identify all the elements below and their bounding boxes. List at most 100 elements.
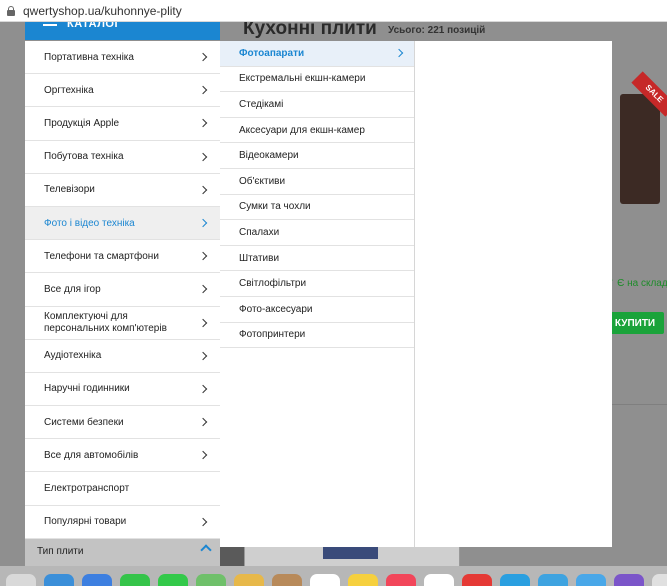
submenu-item-label: Фото-аксесуари: [239, 303, 313, 315]
catalog-item[interactable]: Портативна техніка: [25, 41, 220, 75]
calendar-month-label: ЛИСТ.: [312, 576, 333, 583]
catalog-menu: Портативна техніка Оргтехніка Продукція Ap…: [25, 41, 220, 539]
submenu-item-label: Сумки та чохли: [239, 201, 311, 213]
catalog-item-label: Продукція Apple: [44, 117, 120, 129]
chevron-right-icon: [198, 185, 208, 195]
submenu-item[interactable]: Відеокамери: [220, 143, 414, 169]
catalog-item[interactable]: Електротранспорт: [25, 472, 220, 506]
facetime-icon[interactable]: [120, 574, 150, 586]
dock: ЛИСТ.: [0, 566, 667, 586]
contacts-icon[interactable]: [272, 574, 302, 586]
submenu-item[interactable]: Спалахи: [220, 220, 414, 246]
telegram-icon[interactable]: [538, 574, 568, 586]
catalog-item[interactable]: Популярні товари: [25, 506, 220, 539]
product-image[interactable]: [620, 94, 660, 204]
buy-button[interactable]: КУПИТИ: [606, 312, 664, 334]
catalog-item-label: Все для ігор: [44, 283, 101, 295]
submenu-item-label: Відеокамери: [239, 150, 299, 162]
submenu-item-label: Спалахи: [239, 226, 280, 238]
submenu-item[interactable]: Світлофільтри: [220, 271, 414, 297]
product-count: Усього: 221 позицій: [388, 25, 486, 36]
submenu-item-label: Фотоапарати: [239, 47, 305, 59]
messages-icon[interactable]: [158, 574, 188, 586]
chevron-right-icon: [198, 318, 208, 327]
catalog-item[interactable]: Все для ігор: [25, 273, 220, 307]
address-bar[interactable]: qwertyshop.ua/kuhonnye-plity: [0, 0, 667, 22]
catalog-item[interactable]: Телефони та смартфони: [25, 240, 220, 274]
brand-logo: [323, 545, 378, 559]
catalog-item-label: Популярні товари: [44, 516, 127, 528]
catalog-item[interactable]: Все для автомобілів: [25, 439, 220, 473]
chevron-right-icon: [198, 517, 208, 526]
chevron-right-icon: [198, 52, 208, 62]
submenu-item[interactable]: Фотоапарати: [220, 41, 414, 67]
maps-icon[interactable]: [196, 574, 226, 586]
catalog-item[interactable]: Комплектуючі для персональних комп'ютері…: [25, 307, 220, 340]
submenu-item[interactable]: Фотопринтери: [220, 323, 414, 349]
catalog-item-label: Телевізори: [44, 184, 95, 196]
podcasts-icon[interactable]: [424, 574, 454, 586]
trash-icon[interactable]: [652, 574, 667, 586]
chevron-right-icon: [198, 86, 208, 95]
catalog-item[interactable]: Фото і відео техніка: [25, 206, 220, 241]
launchpad-icon[interactable]: [6, 574, 36, 586]
safari-icon[interactable]: [44, 574, 74, 586]
catalog-header[interactable]: КАТАЛОГ: [25, 22, 220, 40]
page-background: КАТАЛОГ Кухонні плити Усього: 221 позиці…: [0, 22, 667, 566]
catalog-item[interactable]: Наручні годинники: [25, 373, 220, 407]
submenu-item[interactable]: Аксесуари для екшн-камер: [220, 118, 414, 144]
submenu-item-label: Світлофільтри: [239, 278, 307, 290]
chevron-right-icon: [198, 285, 208, 294]
catalog-item-label: Оргтехніка: [44, 84, 94, 96]
catalog-header-label: КАТАЛОГ: [67, 22, 122, 30]
submenu-item[interactable]: Об'єктиви: [220, 169, 414, 195]
catalog-item-label: Системи безпеки: [44, 416, 124, 428]
chevron-up-icon: [200, 544, 212, 556]
music-icon[interactable]: [386, 574, 416, 586]
catalog-item-label: Аудіотехніка: [44, 350, 102, 362]
stock-status: ✓ Є на складі: [606, 278, 667, 289]
lock-icon: [7, 5, 15, 16]
catalog-item[interactable]: Системи безпеки: [25, 406, 220, 440]
chevron-right-icon: [394, 49, 404, 58]
chevron-right-icon: [198, 417, 208, 427]
catalog-submenu: Фотоапарати Екстремальні екшн-камери Стеді…: [220, 41, 415, 547]
filter-type-toggle[interactable]: Тип плити: [25, 539, 220, 566]
submenu-extra-panel: [415, 41, 612, 547]
chevron-right-icon: [198, 119, 208, 128]
submenu-item[interactable]: Штативи: [220, 246, 414, 272]
submenu-item-label: Екстремальні екшн-камери: [239, 73, 366, 85]
chrome-icon[interactable]: [462, 574, 492, 586]
submenu-item-label: Стедікамі: [239, 98, 284, 110]
catalog-item-label: Фото і відео техніка: [44, 217, 135, 229]
submenu-item[interactable]: Стедікамі: [220, 92, 414, 118]
chevron-right-icon: [198, 351, 208, 361]
filter-label: Тип плити: [37, 546, 84, 557]
chevron-right-icon: [198, 384, 208, 394]
catalog-item-label: Наручні годинники: [44, 383, 130, 395]
chevron-right-icon: [198, 251, 208, 261]
url-text[interactable]: qwertyshop.ua/kuhonnye-plity: [23, 4, 182, 18]
catalog-item[interactable]: Оргтехніка: [25, 74, 220, 108]
catalog-item[interactable]: Телевізори: [25, 174, 220, 207]
photos-icon[interactable]: [234, 574, 264, 586]
catalog-item-label: Все для автомобілів: [44, 449, 139, 461]
catalog-item[interactable]: Продукція Apple: [25, 107, 220, 141]
notes-icon[interactable]: [348, 574, 378, 586]
catalog-item[interactable]: Побутова техніка: [25, 141, 220, 174]
catalog-item[interactable]: Аудіотехніка: [25, 340, 220, 373]
skype-icon[interactable]: [500, 574, 530, 586]
submenu-item-label: Фотопринтери: [239, 329, 306, 341]
chevron-right-icon: [198, 218, 208, 228]
submenu-item[interactable]: Фото-аксесуари: [220, 297, 414, 323]
viber-icon[interactable]: [614, 574, 644, 586]
chevron-right-icon: [198, 152, 208, 161]
submenu-item[interactable]: Екстремальні екшн-камери: [220, 67, 414, 93]
mail-icon[interactable]: [82, 574, 112, 586]
finder-icon[interactable]: [576, 574, 606, 586]
submenu-item-label: Штативи: [239, 252, 280, 264]
catalog-item-label: Комплектуючі для персональних комп'ютері…: [44, 310, 167, 334]
submenu-item[interactable]: Сумки та чохли: [220, 195, 414, 221]
catalog-item-label: Портативна техніка: [44, 51, 134, 63]
menu-icon: [43, 24, 57, 26]
